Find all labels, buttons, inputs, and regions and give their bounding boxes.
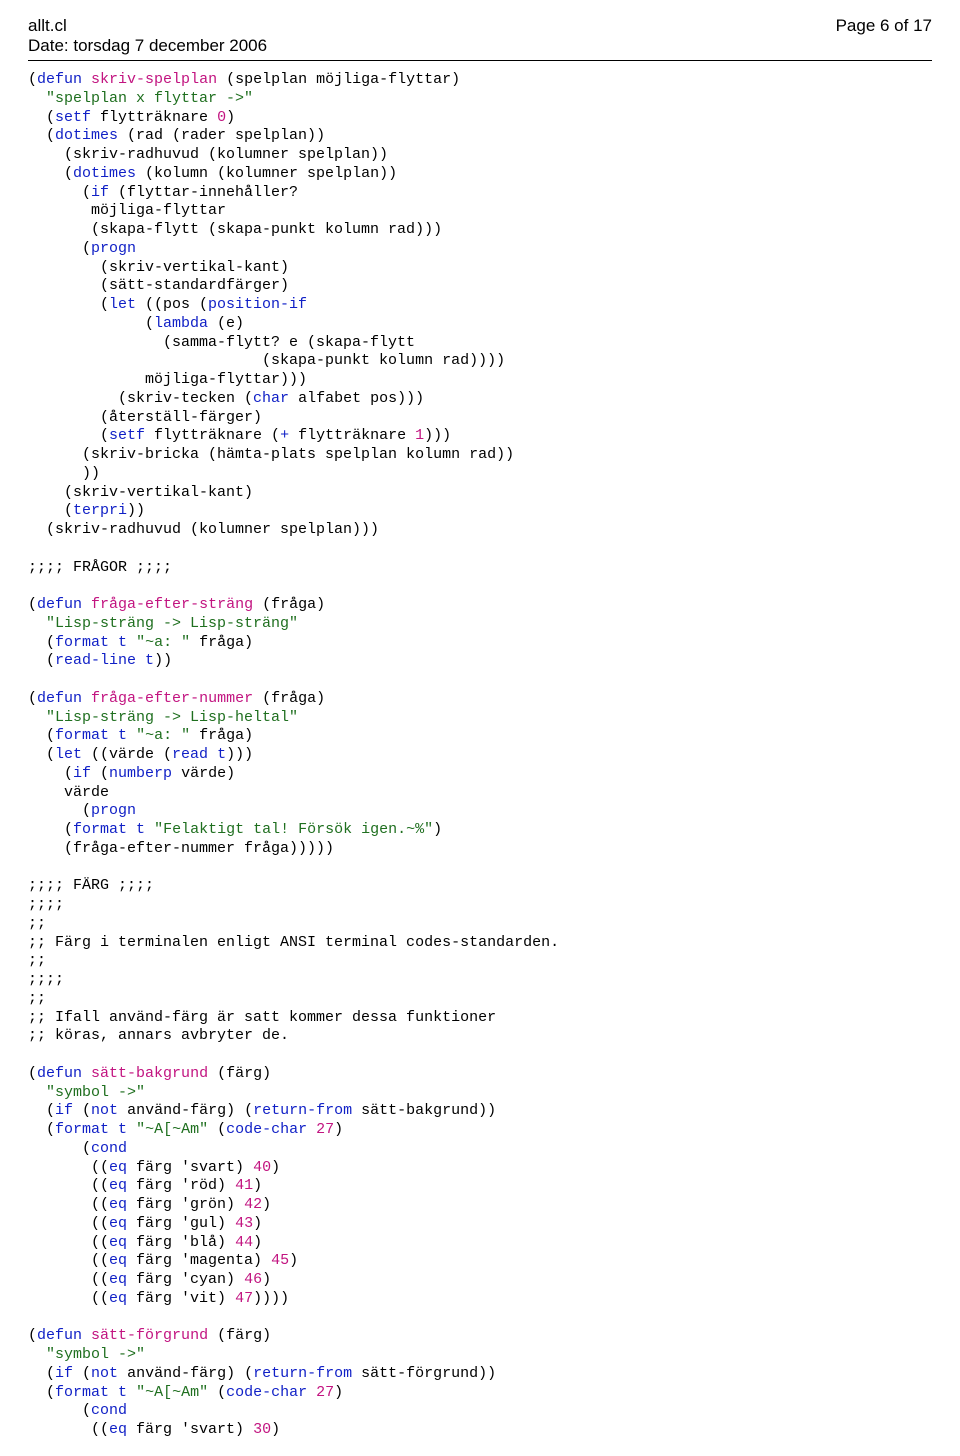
source-code: (defun skriv-spelplan (spelplan möjliga-… [28, 71, 932, 1440]
date-label: Date: torsdag 7 december 2006 [28, 36, 267, 56]
page: allt.cl Date: torsdag 7 december 2006 Pa… [0, 0, 960, 1456]
page-number-label: Page 6 of 17 [836, 16, 932, 56]
filename-label: allt.cl [28, 16, 267, 36]
print-header: allt.cl Date: torsdag 7 december 2006 Pa… [28, 16, 932, 61]
header-left: allt.cl Date: torsdag 7 december 2006 [28, 16, 267, 56]
